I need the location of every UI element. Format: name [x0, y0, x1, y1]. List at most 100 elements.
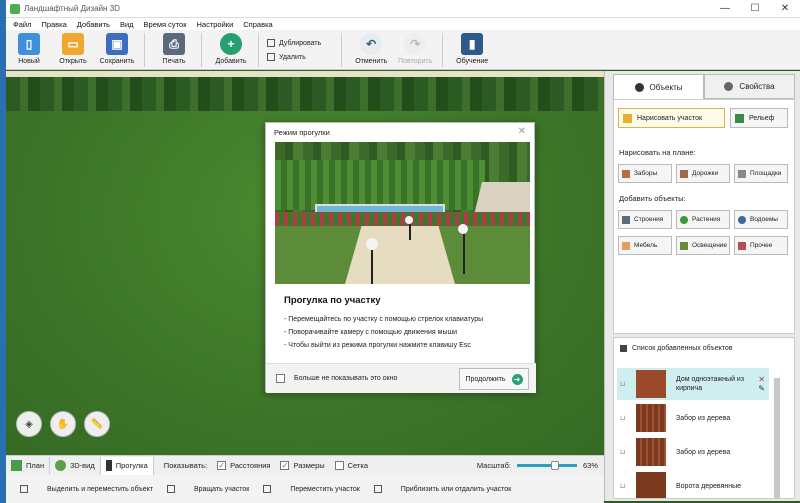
walk-view-button[interactable]: Прогулка	[100, 456, 154, 475]
new-file-icon: ▯	[18, 33, 40, 55]
add-button[interactable]: + Добавить	[210, 33, 252, 65]
zoom-slider-handle[interactable]	[550, 461, 559, 470]
zoom-control: Масштаб: 63%	[477, 461, 598, 470]
ruler-icon[interactable]: 📏	[84, 411, 110, 437]
layers-icon	[620, 345, 627, 352]
app-logo-icon	[10, 3, 20, 14]
viewport-controls: ◈ ✋ 📏	[16, 411, 118, 437]
object-thumbnail	[636, 472, 666, 498]
add-objects-label: Добавить объекты:	[619, 194, 686, 203]
3d-view-button[interactable]: 3D-вид	[50, 456, 101, 475]
edit-group: Дублировать Удалить	[267, 33, 321, 67]
undo-button[interactable]: ↶ Отменить	[350, 33, 392, 65]
paths-button[interactable]: Дорожки	[676, 164, 730, 183]
unlock-icon[interactable]: ⊔	[620, 482, 628, 490]
checkmark-icon: ✓	[217, 461, 227, 470]
show-label: Показывать:	[163, 461, 208, 470]
folder-icon: ▭	[62, 33, 84, 55]
list-item[interactable]: ⊔ Ворота деревянные	[617, 470, 769, 498]
toolbar: ▯ Новый ▭ Открыть ▣ Сохранить ⎙ Печать +…	[6, 30, 800, 70]
unlock-icon[interactable]: ⊔	[620, 414, 628, 422]
duplicate-button[interactable]: Дублировать	[267, 39, 321, 47]
draw-on-plan-label: Нарисовать на плане:	[619, 148, 696, 157]
unlock-icon[interactable]: ⊔	[620, 380, 628, 388]
delete-icon[interactable]: ✕	[758, 375, 765, 384]
tree-icon	[680, 215, 688, 224]
maximize-button[interactable]: ☐	[740, 0, 770, 18]
list-item[interactable]: ⊔ Забор из дерева	[617, 402, 769, 434]
sizes-checkbox[interactable]: ✓ Размеры	[280, 461, 325, 470]
dialog-title: Режим прогулки	[274, 127, 330, 137]
added-objects-list: Список добавленных объектов ⊔ Дом одноэт…	[613, 337, 795, 499]
edit-icon[interactable]: ✎	[758, 384, 765, 393]
unlock-icon[interactable]: ⊔	[620, 448, 628, 456]
walk-mode-dialog: Режим прогулки ✕ Прогулка по участку - П…	[265, 122, 536, 393]
rotate-icon	[166, 485, 175, 493]
arrow-right-icon: ➜	[511, 373, 523, 385]
tab-properties[interactable]: Свойства	[704, 74, 795, 99]
areas-button[interactable]: Площадки	[734, 164, 788, 183]
tab-objects[interactable]: Объекты	[613, 74, 704, 99]
relief-button[interactable]: Рельеф	[730, 108, 788, 128]
toolbar-separator	[201, 33, 202, 67]
minimize-button[interactable]: —	[710, 0, 740, 18]
plan-icon	[11, 460, 22, 471]
menu-add[interactable]: Добавить	[77, 20, 110, 29]
other-button[interactable]: Прочее	[734, 236, 788, 255]
fences-button[interactable]: Заборы	[618, 164, 672, 183]
furniture-button[interactable]: Мебель	[618, 236, 672, 255]
redo-icon: ↷	[404, 33, 427, 55]
grid-checkbox[interactable]: Сетка	[334, 461, 368, 470]
gear-icon	[724, 82, 734, 91]
draw-plot-button[interactable]: Нарисовать участок	[618, 108, 725, 128]
dialog-close-icon[interactable]: ✕	[518, 126, 526, 137]
menu-view[interactable]: Вид	[120, 20, 134, 29]
objects-icon	[634, 82, 644, 92]
print-button[interactable]: ⎙ Печать	[153, 33, 195, 65]
learn-button[interactable]: ▮ Обучение	[451, 33, 493, 65]
lighting-button[interactable]: Освещение	[676, 236, 730, 255]
view-bar: План 3D-вид Прогулка Показывать: ✓ Рассто…	[6, 455, 604, 475]
delete-button[interactable]: Удалить	[267, 53, 321, 61]
toolbar-separator	[341, 33, 343, 67]
zoom-slider[interactable]	[516, 461, 577, 470]
trash-icon	[267, 53, 275, 61]
list-item[interactable]: ⊔ Дом одноэтажный из кирпича ✕ ✎	[617, 368, 769, 400]
fence-icon	[622, 169, 630, 178]
redo-button[interactable]: ↷ Повторить	[394, 33, 436, 65]
scale-label: Масштаб:	[476, 461, 511, 470]
menu-file[interactable]: Файл	[13, 20, 31, 29]
menu-edit[interactable]: Правка	[41, 20, 66, 29]
plan-view-button[interactable]: План	[6, 456, 51, 475]
menu-time-of-day[interactable]: Время суток	[144, 20, 187, 29]
toolbar-separator	[442, 33, 444, 67]
dont-show-checkbox[interactable]	[276, 374, 285, 383]
list-item[interactable]: ⊔ Забор из дерева	[617, 436, 769, 468]
dialog-footer: Больше не показывать это окно Продолжить…	[266, 363, 536, 393]
open-button[interactable]: ▭ Открыть	[52, 33, 94, 65]
camera-mode-icon[interactable]: ◈	[16, 411, 42, 437]
save-button[interactable]: ▣ Сохранить	[96, 33, 138, 65]
continue-button[interactable]: Продолжить ➜	[459, 368, 529, 390]
close-button[interactable]: ✕	[770, 0, 800, 18]
hand-pan-icon[interactable]: ✋	[50, 411, 76, 437]
toolbar-separator	[144, 33, 145, 67]
dialog-instructions: - Перемещайтесь по участку с помощью стр…	[284, 316, 484, 349]
menu-bar: Файл Правка Добавить Вид Время суток Нас…	[6, 18, 800, 30]
menu-help[interactable]: Справка	[243, 20, 272, 29]
dialog-heading: Прогулка по участку	[284, 295, 381, 306]
list-scrollbar[interactable]	[774, 378, 780, 498]
title-bar: Ландшафтный Дизайн 3D — ☐ ✕	[6, 0, 800, 18]
distances-checkbox[interactable]: ✓ Расстояния	[217, 461, 270, 470]
buildings-button[interactable]: Строения	[618, 210, 672, 229]
new-button[interactable]: ▯ Новый	[8, 33, 50, 65]
tile-icon	[738, 169, 746, 178]
status-select: Выделить и переместить объект	[20, 485, 153, 493]
ponds-button[interactable]: Водоемы	[734, 210, 788, 229]
plus-icon: +	[220, 33, 242, 55]
menu-settings[interactable]: Настройки	[196, 20, 233, 29]
right-panel: Объекты Свойства Нарисовать участок Рель…	[604, 71, 800, 501]
walk-preview-image	[275, 142, 530, 284]
status-zoom: Приблизить или отдалить участок	[373, 485, 511, 493]
plants-button[interactable]: Растения	[676, 210, 730, 229]
